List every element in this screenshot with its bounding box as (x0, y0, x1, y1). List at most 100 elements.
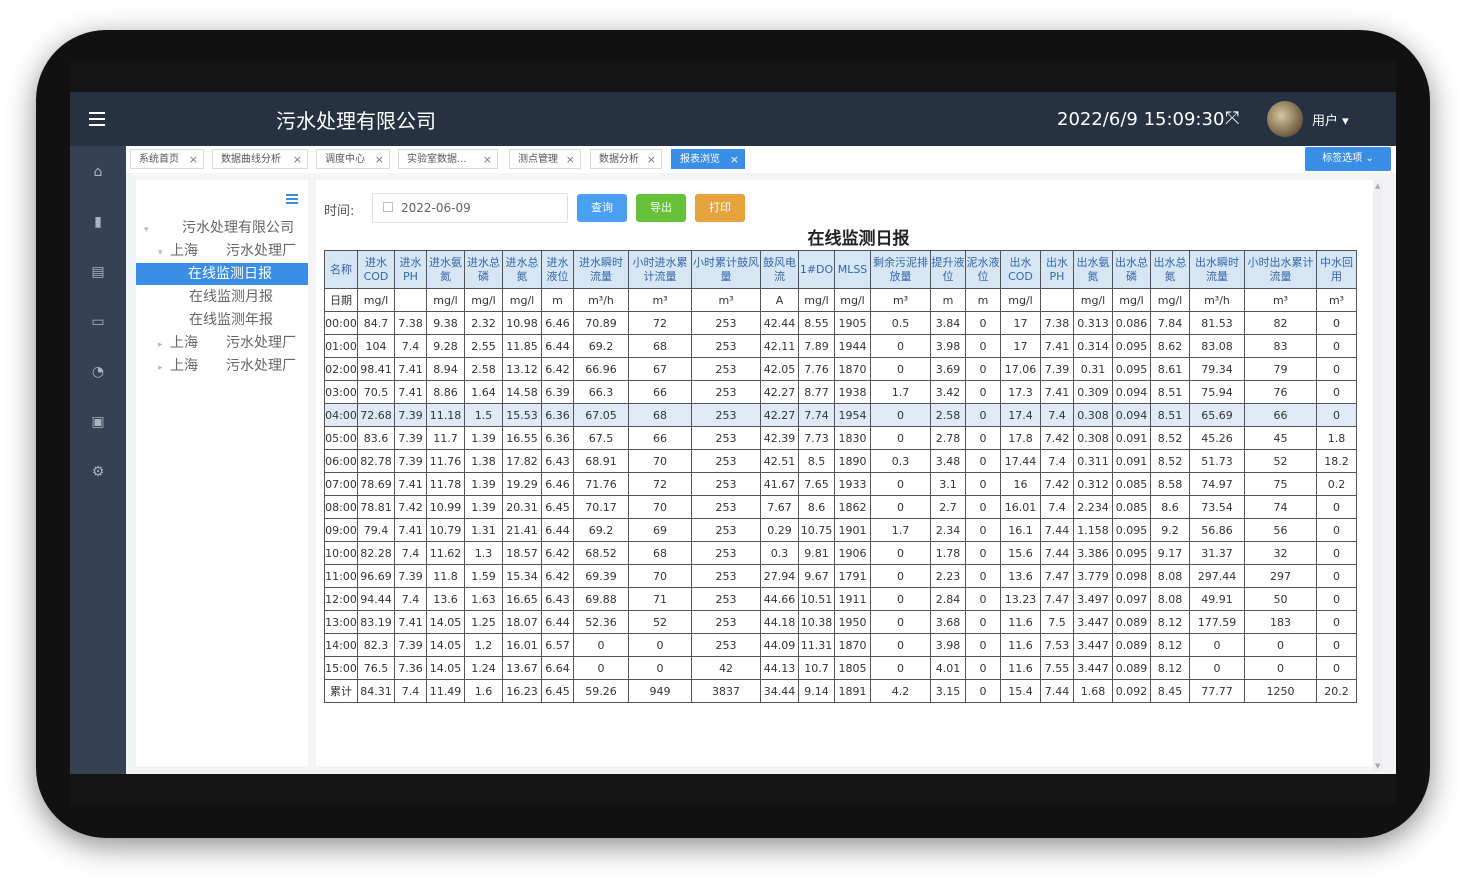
caret-right-icon: ▸ (158, 340, 163, 350)
table-row[interactable]: 08:00 78.81 7.42 10.99 1.39 20.31 6.45 70.17 70 2… (324, 495, 1357, 519)
table-cell: 17.44 (1000, 449, 1041, 473)
bell-icon[interactable]: ◔ (88, 362, 108, 382)
table-cell: 14.05 (426, 656, 465, 680)
column-header: 出水PH (1040, 250, 1074, 289)
unit-cell: mg/l (502, 288, 542, 312)
print-button[interactable]: 打印 (695, 194, 745, 222)
close-icon[interactable]: × (189, 150, 198, 170)
table-cell: 67 (628, 357, 692, 381)
report-table: 名称 进水COD 进水PH 进水氨氮 进水总磷 进水总氮 进水液位 进水瞬时流量 小时进水累计流… (324, 250, 1357, 703)
table-row[interactable]: 13:00 83.19 7.41 14.05 1.25 18.07 6.44 52.36 52 2… (324, 610, 1357, 634)
tab-label: 测点管理 (518, 154, 558, 165)
table-row[interactable]: 累计 84.31 7.4 11.49 1.6 16.23 6.45 59.26 949 3837 3… (324, 679, 1357, 703)
bar-chart-icon[interactable]: ▮ (88, 212, 108, 232)
table-cell: 0 (870, 610, 931, 634)
table-row[interactable]: 07:00 78.69 7.41 11.78 1.39 19.29 6.46 71.76 72 2… (324, 472, 1357, 496)
table-cell: 2.78 (930, 426, 966, 450)
gear-icon[interactable]: ⚙ (88, 462, 108, 482)
avatar[interactable] (1267, 101, 1303, 137)
query-button[interactable]: 查询 (577, 194, 627, 222)
scroll-up-icon[interactable]: ▲ (1375, 182, 1380, 190)
close-icon[interactable]: × (375, 150, 384, 170)
column-header: 泥水液位 (965, 250, 1001, 289)
tree-item-monthly[interactable]: 在线监测月报 (189, 286, 273, 308)
tag-options-button[interactable]: 标签选项 ⌄ (1305, 147, 1391, 171)
table-cell: 79.34 (1189, 357, 1245, 381)
table-cell: 0.091 (1112, 449, 1151, 473)
stack-icon[interactable]: ▣ (88, 412, 108, 432)
export-button[interactable]: 导出 (636, 194, 686, 222)
monitor-icon[interactable]: ▭ (88, 312, 108, 332)
close-icon[interactable]: × (647, 150, 656, 170)
table-cell: 0 (870, 472, 931, 496)
table-row[interactable]: 06:00 82.78 7.39 11.76 1.38 17.82 6.43 68.91 70 2… (324, 449, 1357, 473)
close-icon[interactable]: × (730, 150, 739, 170)
user-menu[interactable]: 用户 ▾ (1312, 110, 1349, 129)
table-cell: 72.68 (357, 403, 395, 427)
table-row[interactable]: 03:00 70.5 7.41 8.86 1.64 14.58 6.39 66.3 66 253 4… (324, 380, 1357, 404)
table-cell: 6.43 (541, 449, 574, 473)
table-cell: 0.089 (1112, 633, 1151, 657)
document-icon[interactable]: ▤ (88, 262, 108, 282)
vertical-scrollbar[interactable]: ▲ ▼ (1373, 180, 1383, 772)
table-row[interactable]: 02:00 98.41 7.41 8.94 2.58 13.12 6.42 66.96 67 25… (324, 357, 1357, 381)
table-cell: 2.34 (930, 518, 966, 542)
table-cell: 1.5 (464, 403, 503, 427)
table-cell: 01:00 (324, 334, 358, 358)
tab-points[interactable]: 测点管理 × (509, 149, 581, 169)
table-row[interactable]: 01:00 104 7.4 9.28 2.55 11.85 6.44 69.2 68 253 42.… (324, 334, 1357, 358)
time-label: 时间: (324, 204, 355, 219)
table-cell: 66 (628, 380, 692, 404)
tab-lab-data[interactable]: 实验室数据... × (398, 149, 498, 169)
table-row[interactable]: 14:00 82.3 7.39 14.05 1.2 16.01 6.57 0 0 253 44.09… (324, 633, 1357, 657)
home-icon[interactable]: ⌂ (88, 162, 108, 182)
close-icon[interactable]: × (483, 150, 492, 170)
table-cell: 20.31 (502, 495, 542, 519)
table-row[interactable]: 00:00 84.7 7.38 9.38 2.32 10.98 6.46 70.89 72 253… (324, 311, 1357, 335)
table-cell: 0 (870, 656, 931, 680)
table-cell: 3.447 (1073, 656, 1113, 680)
table-row[interactable]: 05:00 83.6 7.39 11.7 1.39 16.55 6.36 67.5 66 253 4… (324, 426, 1357, 450)
table-cell: 20.2 (1316, 679, 1357, 703)
table-cell: 14:00 (324, 633, 358, 657)
table-row[interactable]: 15:00 76.5 7.36 14.05 1.24 13.67 6.64 0 0 42 44.13… (324, 656, 1357, 680)
hamburger-icon[interactable] (89, 112, 105, 126)
table-cell: 13.6 (1000, 564, 1041, 588)
tab-report[interactable]: 报表浏览 × (671, 149, 745, 169)
close-icon[interactable]: × (293, 150, 302, 170)
tab-data-curve[interactable]: 数据曲线分析 × (212, 149, 308, 169)
table-cell: 0 (965, 472, 1001, 496)
tab-analysis[interactable]: 数据分析 × (590, 149, 662, 169)
table-row[interactable]: 11:00 96.69 7.39 11.8 1.59 15.34 6.42 69.39 70 25… (324, 564, 1357, 588)
column-header: 中水回用 (1316, 250, 1357, 289)
scroll-down-icon[interactable]: ▼ (1375, 762, 1380, 770)
tree-plant-1[interactable]: ▾ 上海 污水处理厂 (158, 240, 296, 262)
tree-item-daily[interactable]: 在线监测日报 (136, 263, 308, 285)
tree-plant-2[interactable]: ▸ 上海 污水处理厂 (158, 332, 296, 354)
caret-down-icon: ▾ (144, 225, 149, 235)
table-row[interactable]: 10:00 82.28 7.4 11.62 1.3 18.57 6.42 68.52 68 253… (324, 541, 1357, 565)
table-cell: 1.8 (1316, 426, 1357, 450)
tree-item-yearly[interactable]: 在线监测年报 (189, 309, 273, 331)
close-icon[interactable]: × (566, 150, 575, 170)
table-cell: 0.29 (760, 518, 799, 542)
expand-icon[interactable]: ⤧ (1225, 108, 1239, 129)
date-field[interactable] (372, 193, 568, 223)
tab-home[interactable]: 系统首页 × (130, 149, 204, 169)
tree-root[interactable]: ▾ 污水处理有限公司 (144, 217, 294, 239)
table-cell: 68 (628, 403, 692, 427)
tree-plant-3[interactable]: ▸ 上海 污水处理厂 (158, 355, 296, 377)
tab-dispatch[interactable]: 调度中心 × (316, 149, 390, 169)
table-cell: 253 (691, 472, 761, 496)
table-cell: 0 (965, 518, 1001, 542)
table-row[interactable]: 09:00 79.4 7.41 10.79 1.31 21.41 6.44 69.2 69 253… (324, 518, 1357, 542)
table-cell: 81.53 (1189, 311, 1245, 335)
table-row[interactable]: 12:00 94.44 7.4 13.6 1.63 16.65 6.43 69.88 71 253… (324, 587, 1357, 611)
table-cell: 0 (870, 541, 931, 565)
table-row[interactable]: 04:00 72.68 7.39 11.18 1.5 15.53 6.36 67.05 68 25… (324, 403, 1357, 427)
table-cell: 1.2 (464, 633, 503, 657)
table-cell: 0 (628, 656, 692, 680)
list-toggle-icon[interactable] (286, 194, 298, 204)
table-cell: 297.44 (1189, 564, 1245, 588)
table-cell: 7.41 (394, 472, 427, 496)
